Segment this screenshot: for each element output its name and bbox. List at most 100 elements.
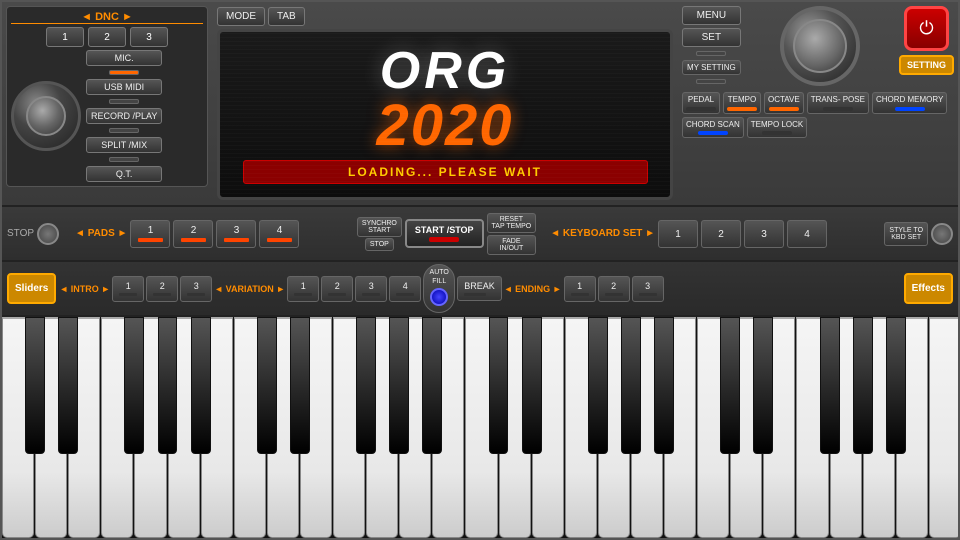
- reset-btn[interactable]: RESETTAP TEMPO: [487, 213, 537, 233]
- pads-section: 1 2 3 4: [130, 220, 353, 248]
- power-btn[interactable]: ⏻: [904, 6, 949, 51]
- center-display: MODE TAB ORG 2020 LOADING... PLEASE WAIT: [212, 2, 678, 205]
- ending-label: ◄ ENDING ►: [504, 284, 562, 294]
- set-btn[interactable]: SET: [682, 28, 741, 47]
- setting-btn[interactable]: SETTING: [899, 55, 954, 75]
- pads-label: ◄ PADS ►: [75, 228, 127, 239]
- black-key-2-2[interactable]: [588, 317, 608, 454]
- synchro-start-btn[interactable]: SYNCHROSTART: [357, 217, 402, 237]
- tempo-btn[interactable]: TEMPO: [723, 92, 761, 114]
- var-btn-3[interactable]: 3: [355, 276, 387, 302]
- pad-btn-3[interactable]: 3: [216, 220, 256, 248]
- mic-btn[interactable]: MIC.: [86, 50, 162, 66]
- set-led: [696, 51, 726, 56]
- main-knob-container: [746, 6, 894, 86]
- black-key-1-3[interactable]: [389, 317, 409, 454]
- chord-memory-led: [895, 107, 925, 111]
- dnc-btn-1[interactable]: 1: [46, 27, 84, 47]
- fade-btn[interactable]: FADEIN/OUT: [487, 235, 537, 255]
- stop-label: STOP: [7, 228, 34, 239]
- var-btn-4[interactable]: 4: [389, 276, 421, 302]
- menu-btn[interactable]: MENU: [682, 6, 741, 25]
- pad-btn-4[interactable]: 4: [259, 220, 299, 248]
- usb-midi-btn[interactable]: USB MIDI: [86, 79, 162, 95]
- transpose-led: [823, 107, 853, 111]
- auto-fill-btn[interactable]: AUTO FILL: [423, 264, 455, 313]
- record-play-btn[interactable]: RECORD /PLAY: [86, 108, 162, 124]
- tab-btn[interactable]: TAB: [268, 7, 305, 26]
- pad2-led: [181, 238, 206, 242]
- big-knob[interactable]: [11, 81, 81, 151]
- chord-scan-led: [698, 131, 728, 135]
- black-key-3-4[interactable]: [886, 317, 906, 454]
- black-key-0-2[interactable]: [124, 317, 144, 454]
- stop-knob[interactable]: [37, 223, 59, 245]
- pad-btn-1[interactable]: 1: [130, 220, 170, 248]
- split-mix-btn[interactable]: SPLIT /MIX: [86, 137, 162, 153]
- black-key-0-4[interactable]: [191, 317, 211, 454]
- pad4-led: [267, 238, 292, 242]
- main-knob[interactable]: [780, 6, 860, 86]
- reset-fade-section: RESETTAP TEMPO FADEIN/OUT: [487, 213, 537, 255]
- intro-label: ◄ INTRO ►: [59, 284, 110, 294]
- black-key-3-1[interactable]: [753, 317, 773, 454]
- big-knob-inner: [26, 96, 66, 136]
- black-key-3-3[interactable]: [853, 317, 873, 454]
- power-setting-col: ⏻ SETTING: [899, 6, 954, 75]
- chord-memory-btn[interactable]: CHORD MEMORY: [872, 92, 947, 114]
- black-key-2-3[interactable]: [621, 317, 641, 454]
- kbd-btn-4[interactable]: 4: [787, 220, 827, 248]
- mic-led: [109, 70, 139, 75]
- pedal-btn[interactable]: PEDAL: [682, 92, 720, 114]
- white-key-28[interactable]: [929, 317, 958, 538]
- black-key-1-1[interactable]: [290, 317, 310, 454]
- black-key-3-2[interactable]: [820, 317, 840, 454]
- intro-btn-2[interactable]: 2: [146, 276, 178, 302]
- keyboard-app: DNC 1 2 3 MIC. USB MIDI RECORD /PLA: [0, 0, 960, 540]
- end-knob[interactable]: [931, 223, 953, 245]
- black-key-0-3[interactable]: [158, 317, 178, 454]
- left-panel: DNC 1 2 3 MIC. USB MIDI RECORD /PLA: [2, 2, 212, 205]
- black-key-1-2[interactable]: [356, 317, 376, 454]
- break-btn[interactable]: BREAK: [457, 276, 502, 301]
- sliders-btn[interactable]: Sliders: [7, 273, 56, 304]
- black-key-3-0[interactable]: [720, 317, 740, 454]
- synchro-section: SYNCHROSTART STOP: [357, 217, 402, 251]
- dnc-title: DNC: [11, 11, 203, 24]
- black-key-2-1[interactable]: [522, 317, 542, 454]
- black-key-1-4[interactable]: [422, 317, 442, 454]
- octave-btn[interactable]: OCTAVE: [764, 92, 804, 114]
- transpose-btn[interactable]: TRANS- POSE: [807, 92, 869, 114]
- tempo-lock-btn[interactable]: TEMPO LOCK: [747, 117, 807, 139]
- end-btn-2[interactable]: 2: [598, 276, 630, 302]
- my-setting-led: [696, 79, 726, 84]
- my-setting-btn[interactable]: MY SETTING: [682, 60, 741, 75]
- intro-btn-3[interactable]: 3: [180, 276, 212, 302]
- black-key-2-0[interactable]: [489, 317, 509, 454]
- black-key-0-0[interactable]: [25, 317, 45, 454]
- intro-btn-1[interactable]: 1: [112, 276, 144, 302]
- var-btn-2[interactable]: 2: [321, 276, 353, 302]
- effects-btn[interactable]: Effects: [904, 273, 953, 304]
- var-btn-1[interactable]: 1: [287, 276, 319, 302]
- start-stop-btn[interactable]: START /STOP: [405, 219, 484, 248]
- dnc-btn-2[interactable]: 2: [88, 27, 126, 47]
- black-key-0-1[interactable]: [58, 317, 78, 454]
- pad1-led: [138, 238, 163, 242]
- black-key-2-4[interactable]: [654, 317, 674, 454]
- kbd-btn-1[interactable]: 1: [658, 220, 698, 248]
- keyboard-set-label: ◄ KEYBOARD SET ►: [550, 228, 655, 239]
- dnc-btn-3[interactable]: 3: [130, 27, 168, 47]
- qt-btn[interactable]: Q.T.: [86, 166, 162, 182]
- end-btn-1[interactable]: 1: [564, 276, 596, 302]
- end-btn-3[interactable]: 3: [632, 276, 664, 302]
- mode-btn[interactable]: MODE: [217, 7, 265, 26]
- kbd-btn-3[interactable]: 3: [744, 220, 784, 248]
- black-key-1-0[interactable]: [257, 317, 277, 454]
- style-to-kbd-btn[interactable]: STYLE TOKBD SET: [884, 222, 928, 246]
- kbd-btn-2[interactable]: 2: [701, 220, 741, 248]
- chord-scan-btn[interactable]: CHORD SCAN: [682, 117, 744, 139]
- synchro-stop-btn[interactable]: STOP: [365, 238, 394, 251]
- pad-btn-2[interactable]: 2: [173, 220, 213, 248]
- dnc-buttons: 1 2 3: [11, 27, 203, 47]
